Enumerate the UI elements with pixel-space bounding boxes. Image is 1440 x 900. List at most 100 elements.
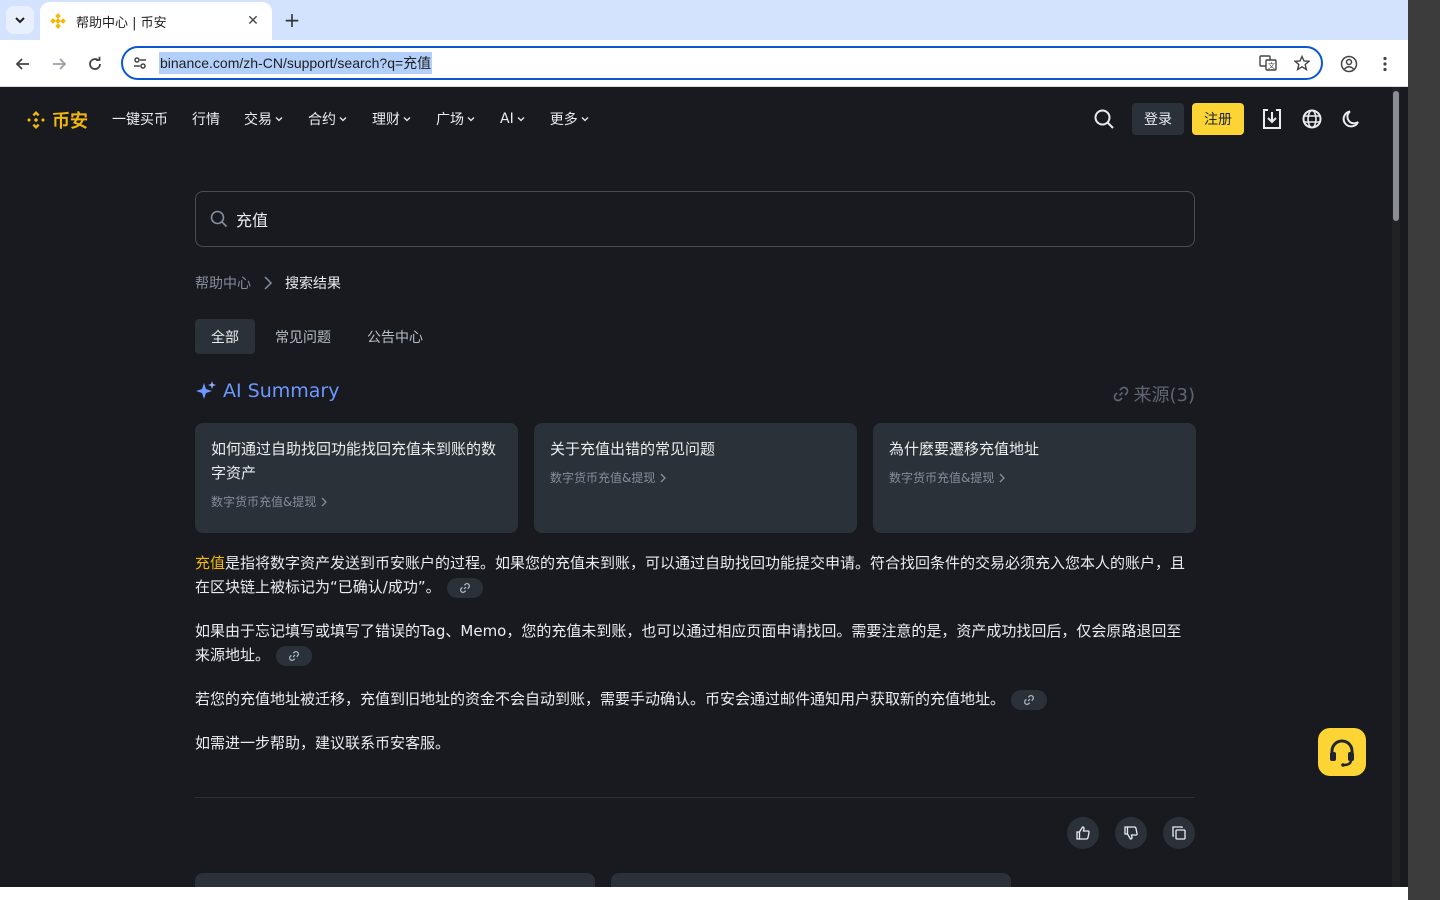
source-card-category[interactable]: 数字货币充值&提现 <box>550 469 841 486</box>
like-button[interactable] <box>1067 817 1099 849</box>
forward-button[interactable] <box>45 50 73 78</box>
arrow-right-icon <box>53 58 67 70</box>
new-tab-button[interactable]: + <box>280 8 304 32</box>
nav-label: 行情 <box>192 112 220 128</box>
tab-announcements[interactable]: 公告中心 <box>351 319 439 354</box>
register-button[interactable]: 注册 <box>1192 103 1244 135</box>
browser-tab[interactable]: 帮助中心 | 币安 ✕ <box>40 2 272 40</box>
header-search-button[interactable] <box>1092 107 1116 131</box>
chevron-down-icon <box>339 117 347 122</box>
translate-button[interactable]: 文 <box>1257 52 1279 74</box>
paragraph-text: 是指将数字资产发送到币安账户的过程。如果您的充值未到账，可以通过自助找回功能提交… <box>195 554 1186 596</box>
dislike-button[interactable] <box>1115 817 1147 849</box>
language-button[interactable] <box>1300 107 1324 131</box>
chevron-down-icon <box>15 17 25 24</box>
highlighted-term[interactable]: 充值 <box>195 554 225 572</box>
nav-item-trade[interactable]: 交易 <box>244 109 284 129</box>
login-button[interactable]: 登录 <box>1132 103 1184 135</box>
reload-button[interactable] <box>81 50 109 78</box>
thumbs-up-icon <box>1076 826 1090 840</box>
summary-paragraph: 如需进一步帮助，建议联系币安客服。 <box>195 731 1195 755</box>
paragraph-text: 如需进一步帮助，建议联系币安客服。 <box>195 734 451 752</box>
source-card-title: 為什麼要遷移充值地址 <box>889 440 1040 458</box>
url-text[interactable]: binance.com/zh-CN/support/search?q=充值 <box>159 52 433 74</box>
chevron-right-icon <box>321 497 328 506</box>
main-nav: 一键买币 行情 交易 合约 理财 广场 AI 更多 <box>112 109 614 129</box>
tab-close-icon[interactable]: ✕ <box>244 12 262 30</box>
chevron-right-icon <box>264 276 273 290</box>
scrollbar-thumb[interactable] <box>1393 91 1399 221</box>
profile-button[interactable] <box>1335 50 1363 78</box>
nav-label: 理财 <box>372 112 400 128</box>
source-card-title: 关于充值出错的常见问题 <box>550 440 716 458</box>
chevron-down-icon <box>581 117 589 122</box>
summary-paragraph: 若您的充值地址被迁移，充值到旧地址的资金不会自动到账，需要手动确认。币安会通过邮… <box>195 687 1195 711</box>
nav-item-ai[interactable]: AI <box>500 109 526 129</box>
tab-search-button[interactable] <box>6 6 34 34</box>
nav-item-more[interactable]: 更多 <box>550 109 590 129</box>
category-label: 数字货币充值&提现 <box>889 471 995 485</box>
nav-label: 交易 <box>244 112 272 128</box>
summary-paragraph: 充值是指将数字资产发送到币安账户的过程。如果您的充值未到账，可以通过自助找回功能… <box>195 551 1195 599</box>
support-search-input[interactable]: 充值 <box>195 191 1195 247</box>
nav-item-futures[interactable]: 合约 <box>308 109 348 129</box>
source-card[interactable]: 如何通过自助找回功能找回充值未到账的数字资产 数字货币充值&提现 <box>195 423 518 533</box>
result-card[interactable] <box>611 873 1011 887</box>
link-icon <box>1113 386 1128 402</box>
category-label: 数字货币充值&提现 <box>550 471 656 485</box>
page-scrollbar[interactable] <box>1392 87 1400 887</box>
source-card[interactable]: 為什麼要遷移充值地址 数字货币充值&提现 <box>873 423 1196 533</box>
tune-icon <box>134 57 146 69</box>
site-header: 币安 一键买币 行情 交易 合约 理财 广场 AI 更多 登录 注册 <box>0 87 1400 151</box>
nav-item-buy-crypto[interactable]: 一键买币 <box>112 109 168 129</box>
site-info-button[interactable] <box>125 48 155 78</box>
nav-item-square[interactable]: 广场 <box>436 109 476 129</box>
sources-link[interactable]: 来源(3) <box>1112 381 1195 407</box>
citation-link[interactable] <box>1011 689 1048 710</box>
binance-favicon-icon <box>50 13 66 29</box>
theme-toggle-button[interactable] <box>1340 107 1364 131</box>
result-list-preview <box>195 873 1011 887</box>
bookmark-button[interactable] <box>1291 52 1313 74</box>
citation-link[interactable] <box>276 645 313 666</box>
citation-link[interactable] <box>446 577 483 598</box>
nav-label: 更多 <box>549 112 578 128</box>
customer-support-button[interactable] <box>1318 728 1366 776</box>
arrow-left-icon <box>15 58 29 70</box>
moon-icon <box>1342 110 1359 128</box>
star-icon <box>1294 55 1310 71</box>
result-filter-tabs: 全部 常见问题 公告中心 <box>195 319 443 354</box>
ai-summary-title: AI Summary <box>223 380 340 402</box>
page-viewport: 币安 一键买币 行情 交易 合约 理财 广场 AI 更多 登录 注册 充值 帮助… <box>0 87 1408 887</box>
result-card[interactable] <box>195 873 595 887</box>
account-icon <box>1340 55 1358 73</box>
nav-label: 一键买币 <box>112 112 168 128</box>
summary-paragraph: 如果由于忘记填写或填写了错误的Tag、Memo，您的充值未到账，也可以通过相应页… <box>195 619 1195 667</box>
source-cards: 如何通过自助找回功能找回充值未到账的数字资产 数字货币充值&提现 关于充值出错的… <box>195 423 1196 533</box>
browser-menu-button[interactable] <box>1371 50 1399 78</box>
source-card-category[interactable]: 数字货币充值&提现 <box>889 469 1180 486</box>
breadcrumb-help-center[interactable]: 帮助中心 <box>195 273 251 293</box>
ai-summary-heading: AI Summary <box>195 380 339 402</box>
section-divider <box>195 797 1195 798</box>
chevron-down-icon <box>467 117 475 122</box>
copy-button[interactable] <box>1163 817 1195 849</box>
back-button[interactable] <box>9 50 37 78</box>
search-icon <box>1094 109 1114 129</box>
address-bar[interactable]: binance.com/zh-CN/support/search?q=充值 文 <box>121 46 1323 80</box>
window-bottom-edge <box>0 887 1408 900</box>
paragraph-text: 如果由于忘记填写或填写了错误的Tag、Memo，您的充值未到账，也可以通过相应页… <box>195 622 1182 664</box>
source-card-category[interactable]: 数字货币充值&提现 <box>211 493 502 510</box>
tab-all[interactable]: 全部 <box>195 319 255 354</box>
binance-logo[interactable]: 币安 <box>24 107 88 133</box>
source-card[interactable]: 关于充值出错的常见问题 数字货币充值&提现 <box>534 423 857 533</box>
paragraph-text: 若您的充值地址被迁移，充值到旧地址的资金不会自动到账，需要手动确认。币安会通过邮… <box>195 690 1006 708</box>
browser-toolbar: binance.com/zh-CN/support/search?q=充值 文 <box>0 40 1408 87</box>
nav-label: 合约 <box>308 112 336 128</box>
download-button[interactable] <box>1260 107 1284 131</box>
tab-faq[interactable]: 常见问题 <box>259 319 347 354</box>
nav-item-earn[interactable]: 理财 <box>372 109 412 129</box>
chevron-right-icon <box>999 473 1006 482</box>
logo-text: 币安 <box>52 111 88 132</box>
nav-item-markets[interactable]: 行情 <box>192 109 220 129</box>
